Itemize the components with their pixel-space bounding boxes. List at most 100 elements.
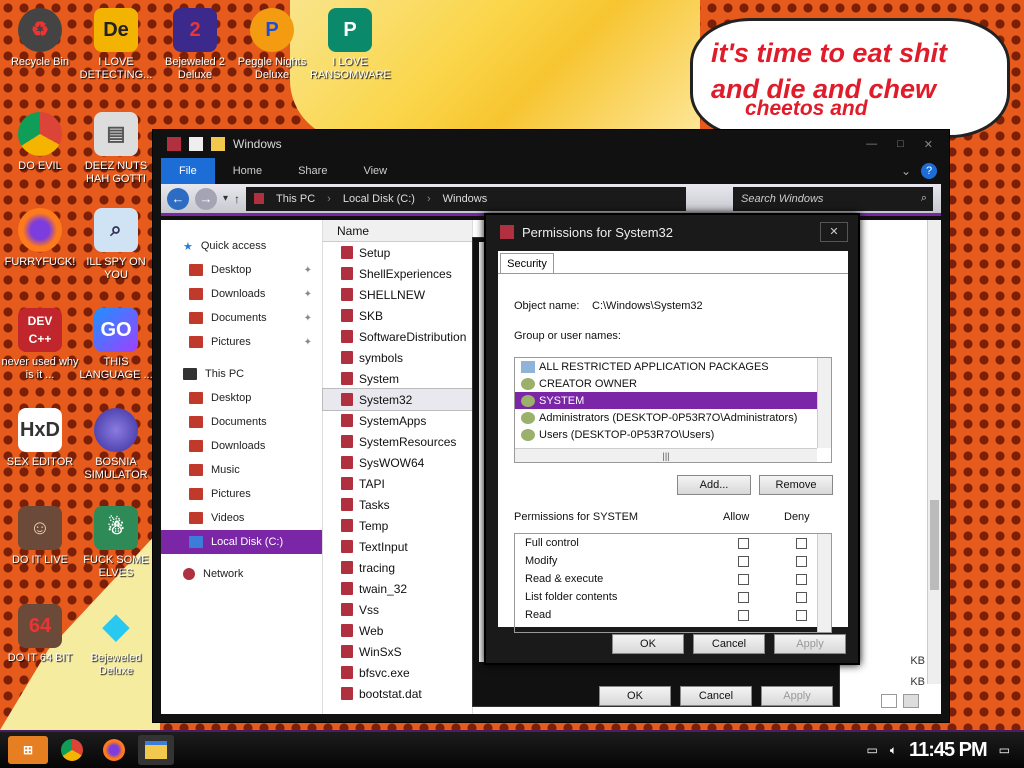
up-icon[interactable]: ↑ [234, 192, 240, 206]
explorer-vertical-scrollbar[interactable] [927, 220, 941, 684]
nav-pc-downloads[interactable]: Downloads [161, 434, 322, 458]
help-icon[interactable]: ? [921, 163, 937, 179]
desktop-icon-elves[interactable]: ☃ FUCK SOME ELVES [76, 506, 156, 580]
nav-quick-access[interactable]: ★ Quick access [161, 234, 322, 258]
nav-pc-local-disk[interactable]: Local Disk (C:) [161, 530, 322, 554]
deny-checkbox[interactable] [796, 609, 808, 621]
file-row[interactable]: System32 [322, 388, 473, 411]
scrollbar-thumb[interactable] [930, 500, 939, 590]
tab-share[interactable]: Share [280, 158, 345, 184]
remove-button[interactable]: Remove [759, 475, 833, 495]
tab-home[interactable]: Home [215, 158, 280, 184]
nav-pc-music[interactable]: Music [161, 458, 322, 482]
nav-quick-pictures[interactable]: Pictures ✦ [161, 330, 322, 354]
file-row[interactable]: SHELLNEW [323, 284, 472, 305]
deny-checkbox[interactable] [796, 573, 808, 585]
desktop-icon-chrome[interactable]: DO EVIL [0, 112, 80, 173]
forward-icon[interactable]: → [195, 187, 217, 210]
search-input[interactable]: Search Windows ⌕ [733, 186, 933, 211]
nav-pc-pictures[interactable]: Pictures [161, 482, 322, 506]
ok-button[interactable]: OK [612, 634, 684, 654]
taskbar-firefox[interactable] [96, 735, 132, 765]
list-item-selected[interactable]: SYSTEM [515, 392, 817, 409]
nav-quick-documents[interactable]: Documents ✦ [161, 306, 322, 330]
desktop-icon-firefox[interactable]: FURRYFUCK! [0, 208, 80, 269]
back-icon[interactable]: ← [167, 187, 189, 210]
tab-security[interactable]: Security [500, 253, 554, 273]
desktop-icon-detect-it-easy[interactable]: De I LOVE DETECTING... [76, 8, 156, 82]
file-row[interactable]: SystemResources [323, 431, 472, 452]
desktop-icon-deez-nuts[interactable]: ▤ DEEZ NUTS HAH GOTTI [76, 112, 156, 186]
breadcrumb-this-pc[interactable]: This PC [276, 193, 315, 205]
nav-this-pc[interactable]: This PC [161, 362, 322, 386]
file-row[interactable]: SysWOW64 [323, 452, 472, 473]
nav-quick-desktop[interactable]: Desktop ✦ [161, 258, 322, 282]
allow-checkbox[interactable] [738, 591, 750, 603]
desktop-icon-goland[interactable]: GO THIS LANGUAGE ... [76, 308, 156, 382]
desktop-icon-spy[interactable]: ⌕ ILL SPY ON YOU [76, 208, 156, 282]
file-row[interactable]: ShellExperiences [323, 263, 472, 284]
start-button[interactable]: ⊞ [8, 736, 48, 764]
tab-view[interactable]: View [345, 158, 405, 184]
file-row[interactable]: SystemApps [323, 410, 472, 431]
list-item[interactable]: Administrators (DESKTOP-0P53R7O\Administ… [515, 409, 817, 426]
close-button[interactable]: ✕ [820, 222, 848, 242]
properties-cancel-button[interactable]: Cancel [680, 686, 752, 706]
cancel-button[interactable]: Cancel [693, 634, 765, 654]
properties-apply-button[interactable]: Apply [761, 686, 833, 706]
file-row[interactable]: System [323, 368, 472, 389]
nav-pc-desktop[interactable]: Desktop [161, 386, 322, 410]
file-row[interactable]: WinSxS [323, 641, 472, 662]
allow-checkbox[interactable] [738, 573, 750, 585]
search-icon[interactable]: ⌕ [921, 192, 927, 205]
allow-checkbox[interactable] [738, 609, 750, 621]
deny-checkbox[interactable] [796, 591, 808, 603]
desktop-icon-bosnia[interactable]: BOSNIA SIMULATOR [76, 408, 156, 482]
file-row[interactable]: twain_32 [323, 578, 472, 599]
group-user-list[interactable]: ALL RESTRICTED APPLICATION PACKAGES CREA… [514, 357, 832, 463]
allow-checkbox[interactable] [738, 555, 750, 567]
nav-network[interactable]: Network [161, 562, 322, 586]
maximize-icon[interactable]: □ [897, 138, 904, 151]
desktop-icon-dev-cpp[interactable]: DEV C++ never used why is it ... [0, 308, 80, 382]
file-row[interactable]: tracing [323, 557, 472, 578]
file-row[interactable]: symbols [323, 347, 472, 368]
permissions-vertical-scrollbar[interactable] [817, 534, 831, 632]
file-row[interactable]: bootstat.dat [323, 683, 472, 704]
taskbar-file-explorer[interactable] [138, 735, 174, 765]
permissions-dialog[interactable]: Permissions for System32 ✕ Security Obje… [484, 213, 860, 665]
desktop-icon-peggle[interactable]: P Peggle Nights Deluxe [232, 8, 312, 82]
desktop-icon-64bit[interactable]: 64 DO IT 64 BIT [0, 604, 80, 665]
file-row[interactable]: Vss [323, 599, 472, 620]
deny-checkbox[interactable] [796, 555, 808, 567]
desktop-icon-recycle-bin[interactable]: ♻ Recycle Bin [0, 8, 80, 69]
group-list-horizontal-scrollbar[interactable]: ||| [515, 448, 817, 462]
minimize-icon[interactable]: — [866, 138, 877, 151]
network-tray-icon[interactable]: ▭ [867, 743, 878, 757]
taskbar-chrome[interactable] [54, 735, 90, 765]
desktop-icon-ransomware[interactable]: P I LOVE RANSOMWARE [310, 8, 391, 82]
properties-ok-button[interactable]: OK [599, 686, 671, 706]
notification-icon[interactable]: ▭ [999, 743, 1010, 757]
desktop-icon-bejeweled-2[interactable]: 2 Bejeweled 2 Deluxe [155, 8, 235, 82]
column-header-name[interactable]: Name [323, 220, 472, 242]
list-item[interactable]: Users (DESKTOP-0P53R7O\Users) [515, 426, 817, 443]
breadcrumb-windows[interactable]: Windows [443, 193, 488, 205]
details-view-icon[interactable] [881, 694, 897, 708]
large-icons-view-icon[interactable] [903, 694, 919, 708]
list-item[interactable]: ALL RESTRICTED APPLICATION PACKAGES [515, 358, 817, 375]
deny-checkbox[interactable] [796, 537, 808, 549]
file-row[interactable]: SoftwareDistribution [323, 326, 472, 347]
new-folder-icon[interactable] [211, 137, 225, 151]
address-field[interactable]: This PC › Local Disk (C:) › Windows [246, 186, 687, 211]
nav-quick-downloads[interactable]: Downloads ✦ [161, 282, 322, 306]
file-row[interactable]: Tasks [323, 494, 472, 515]
recent-locations-icon[interactable]: ▾ [223, 193, 228, 204]
desktop-icon-hxd[interactable]: HxD SEX EDITOR [0, 408, 80, 469]
desktop-icon-do-it-live[interactable]: ☺ DO IT LIVE [0, 506, 80, 567]
volume-icon[interactable]: 🔈︎ [890, 743, 897, 758]
file-row[interactable]: TextInput [323, 536, 472, 557]
breadcrumb-local-disk[interactable]: Local Disk (C:) [343, 193, 415, 205]
tab-file[interactable]: File [161, 158, 215, 184]
explorer-title-bar[interactable]: Windows — □ ✕ [153, 130, 949, 158]
